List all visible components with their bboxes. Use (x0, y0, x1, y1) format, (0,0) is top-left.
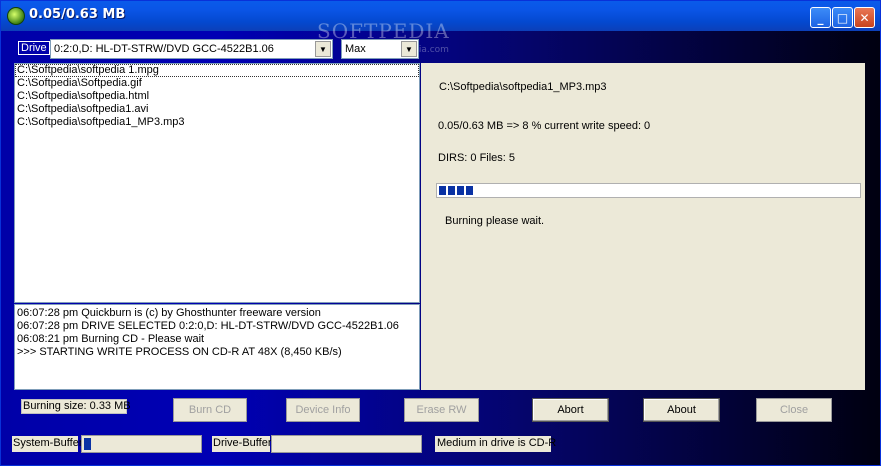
drive-buffer-label: Drive-Buffer (212, 436, 271, 452)
window-title: 0.05/0.63 MB (29, 7, 126, 22)
list-item[interactable]: C:\Softpedia\softpedia1.avi (15, 103, 419, 116)
drive-buffer-bar (271, 435, 422, 453)
drive-label: Drive (18, 41, 50, 55)
current-file-text: C:\Softpedia\softpedia1_MP3.mp3 (439, 81, 607, 93)
log-line: >>> STARTING WRITE PROCESS ON CD-R AT 48… (17, 346, 342, 358)
abort-button[interactable]: Abort (532, 398, 609, 422)
burn-status-message: Burning please wait. (445, 215, 545, 227)
list-item[interactable]: C:\Softpedia\softpedia.html (15, 90, 419, 103)
list-item[interactable]: C:\Softpedia\softpedia 1.mpg (15, 64, 419, 77)
drive-select[interactable]: 0:2:0,D: HL-DT-STRW/DVD GCC-4522B1.06 ▼ (50, 39, 333, 59)
erase-rw-button[interactable]: Erase RW (404, 398, 479, 422)
medium-status-text: Medium in drive is CD-R (435, 436, 556, 452)
burn-progress-fill (439, 186, 473, 195)
status-panel: C:\Softpedia\softpedia1_MP3.mp3 0.05/0.6… (421, 63, 865, 390)
chevron-down-icon[interactable]: ▼ (401, 41, 417, 57)
log-box[interactable]: 06:07:28 pm Quickburn is (c) by Ghosthun… (14, 304, 420, 390)
burn-cd-button[interactable]: Burn CD (173, 398, 247, 422)
list-item[interactable]: C:\Softpedia\softpedia1_MP3.mp3 (15, 116, 419, 129)
maximize-button[interactable]: □ (832, 7, 853, 28)
log-line: 06:08:21 pm Burning CD - Please wait (17, 333, 205, 345)
burning-size-label: Burning size: 0.33 MB (21, 399, 131, 414)
list-item[interactable]: C:\Softpedia\Softpedia.gif (15, 77, 419, 90)
burn-progress-bar (436, 183, 861, 198)
speed-select-value: Max (345, 43, 366, 55)
file-list[interactable]: C:\Softpedia\softpedia 1.mpg C:\Softpedi… (14, 63, 420, 303)
progress-text: 0.05/0.63 MB => 8 % current write speed:… (438, 120, 651, 132)
drive-select-value: 0:2:0,D: HL-DT-STRW/DVD GCC-4522B1.06 (54, 43, 274, 55)
chevron-down-icon[interactable]: ▼ (315, 41, 331, 57)
speed-select[interactable]: Max ▼ (341, 39, 419, 59)
window-close-button[interactable]: ✕ (854, 7, 875, 28)
minimize-button[interactable]: _ (810, 7, 831, 28)
log-line: 06:07:28 pm Quickburn is (c) by Ghosthun… (17, 307, 321, 319)
system-buffer-bar (81, 435, 202, 453)
dirs-files-text: DIRS: 0 Files: 5 (438, 152, 516, 164)
system-buffer-label: System-Buffer (12, 436, 83, 452)
log-line: 06:07:28 pm DRIVE SELECTED 0:2:0,D: HL-D… (17, 320, 399, 332)
system-buffer-fill (84, 438, 91, 450)
about-button[interactable]: About (643, 398, 720, 422)
app-globe-icon (7, 7, 25, 25)
device-info-button[interactable]: Device Info (286, 398, 360, 422)
quickburn-window: 0.05/0.63 MB _ □ ✕ SOFTPEDIA www.softped… (0, 0, 881, 466)
close-button[interactable]: Close (756, 398, 832, 422)
